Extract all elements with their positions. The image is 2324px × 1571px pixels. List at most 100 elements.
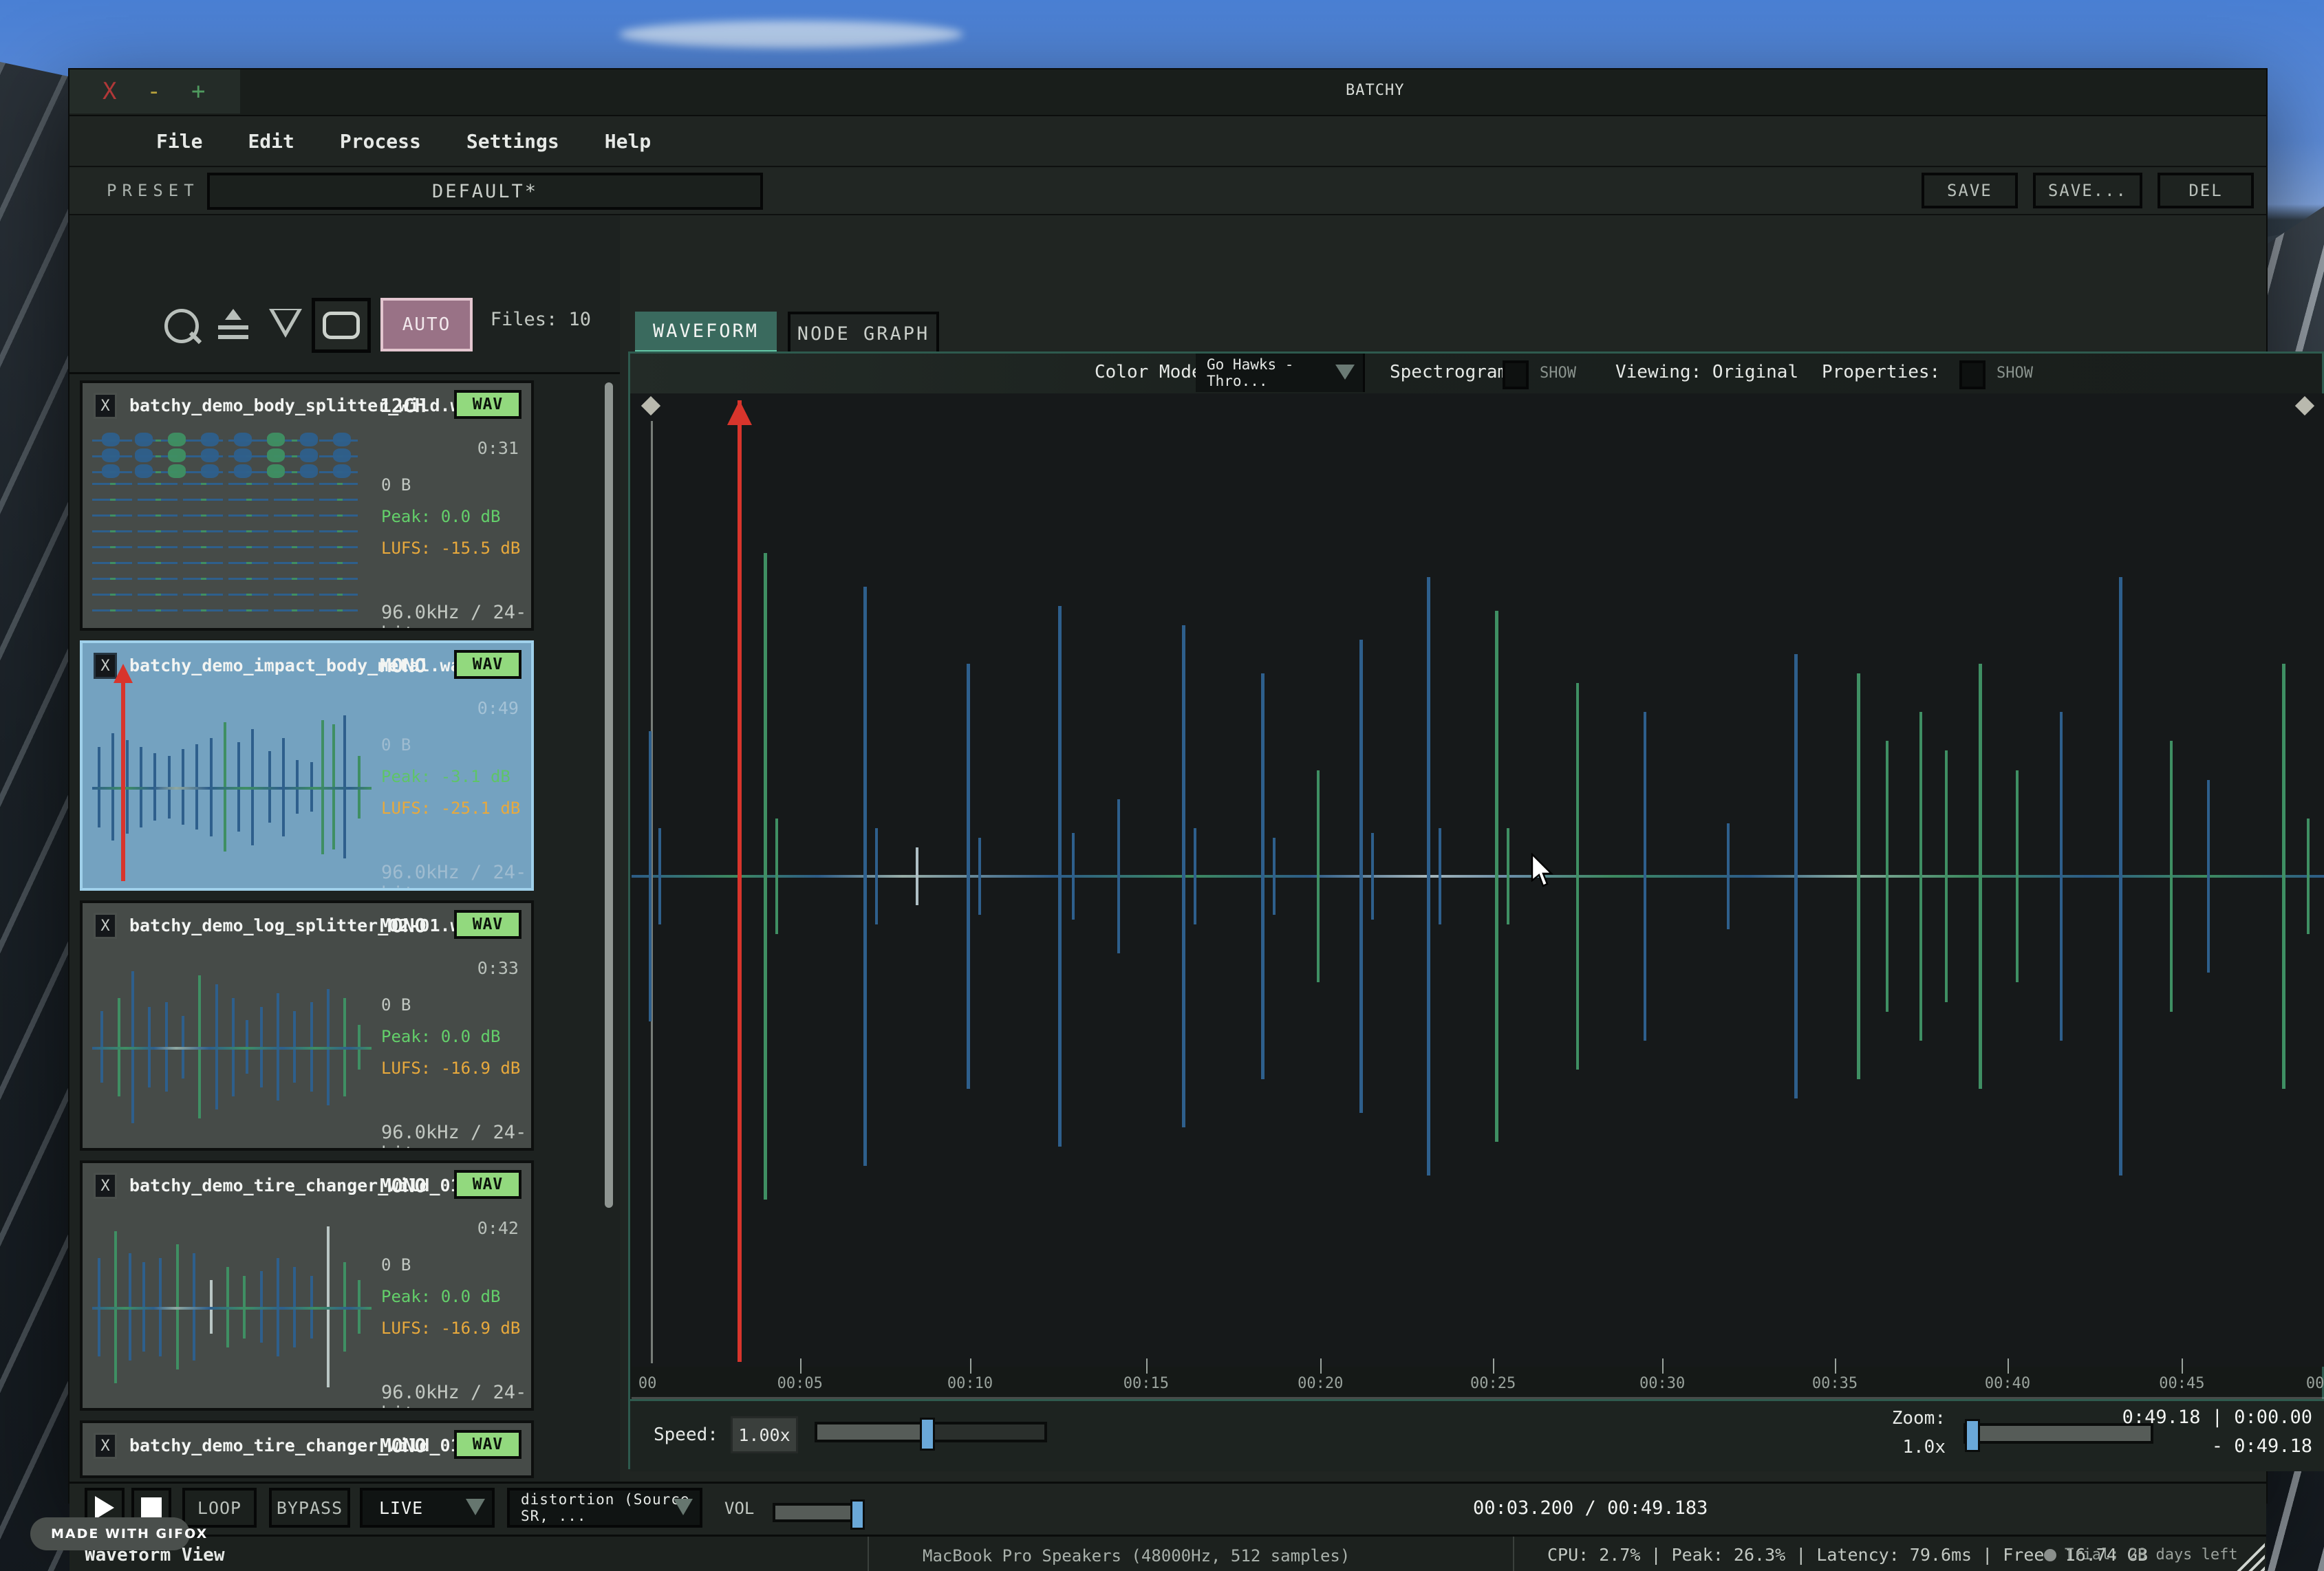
play-icon [95, 1496, 114, 1519]
file-duration: 0:42 [477, 1218, 519, 1238]
close-button[interactable]: X [103, 80, 116, 103]
speed-slider-handle[interactable] [920, 1418, 935, 1451]
remove-file-button[interactable]: X [94, 393, 117, 419]
file-size: 0 B [381, 995, 411, 1015]
preset-del-button[interactable]: DEL [2158, 173, 2254, 208]
trial-label: Trial: 28 days left [2065, 1546, 2238, 1563]
preset-save-button[interactable]: SAVE [1922, 173, 2018, 208]
bypass-button[interactable]: BYPASS [269, 1488, 350, 1528]
channel-row [92, 559, 358, 565]
sort-icon[interactable] [215, 307, 251, 343]
properties-checkbox[interactable] [1959, 360, 1986, 389]
volume-slider[interactable] [773, 1503, 865, 1522]
file-waveform-thumbnail[interactable] [92, 1473, 372, 1478]
speed-value[interactable]: 1.00x [731, 1416, 798, 1453]
waveform-spike [2060, 712, 2063, 1040]
format-badge: WAV [454, 1430, 521, 1459]
file-card[interactable]: X batchy_demo_tire_changer_wild_01_pr...… [80, 1420, 534, 1478]
file-card[interactable]: X batchy_demo_impact_body_metal.wav MONO… [80, 640, 534, 891]
menu-item-edit[interactable]: Edit [248, 130, 294, 153]
file-peak: Peak: -3.1 dB [381, 767, 510, 786]
waveform-spike [764, 553, 767, 1200]
waveform-spike [978, 838, 981, 915]
timeline-ruler[interactable]: 0000:0500:1000:1500:2000:2500:3000:3500:… [632, 1367, 2324, 1399]
fit-toggle-button[interactable] [312, 298, 371, 353]
channel-row [92, 591, 358, 596]
live-mode-value: LIVE [379, 1498, 423, 1518]
channel-blob [201, 464, 219, 478]
loop-button[interactable]: LOOP [182, 1488, 257, 1528]
preset-field[interactable]: DEFAULT* [207, 173, 763, 210]
loop-end-marker[interactable] [2295, 396, 2314, 415]
file-card[interactable]: X batchy_demo_body_splitter_wild.wav 12C… [80, 380, 534, 631]
file-list[interactable]: X batchy_demo_body_splitter_wild.wav 12C… [69, 372, 620, 1484]
file-waveform-thumbnail[interactable] [92, 1213, 372, 1404]
channel-line [92, 578, 358, 580]
channel-count: MONO [380, 1434, 426, 1457]
file-samplerate: 96.0kHz / 24-bit [381, 862, 531, 891]
spectrogram-checkbox[interactable] [1503, 360, 1529, 389]
timeline-tick [1662, 1358, 1664, 1374]
waveform-canvas[interactable] [632, 393, 2324, 1367]
status-bar: Waveform View MacBook Pro Speakers (4800… [69, 1535, 2266, 1571]
volume-slider-handle[interactable] [850, 1499, 865, 1530]
timeline-label: 00 [638, 1375, 657, 1392]
timeline-tick [2182, 1358, 2183, 1374]
channel-blob [300, 433, 318, 446]
playhead-marker[interactable] [738, 400, 742, 1362]
channel-blob [135, 448, 153, 462]
file-waveform-thumbnail[interactable] [92, 693, 372, 884]
auto-button[interactable]: AUTO [380, 298, 473, 351]
waveform-spike [967, 664, 970, 1089]
waveform-spike [775, 819, 778, 934]
menu-item-settings[interactable]: Settings [466, 130, 559, 153]
tab-node-graph[interactable]: NODE GRAPH [788, 312, 939, 356]
live-mode-select[interactable]: LIVE [360, 1488, 495, 1528]
channel-blob [135, 464, 153, 478]
filter-icon[interactable] [269, 309, 302, 338]
zoom-value: 1.0x [1884, 1437, 1946, 1458]
timeline-tick [1493, 1358, 1494, 1374]
file-waveform-thumbnail[interactable] [92, 953, 372, 1144]
waveform-spike [2119, 577, 2122, 1175]
menu-item-file[interactable]: File [156, 130, 202, 153]
processor-select[interactable]: distortion (Source SR, ... [507, 1488, 702, 1528]
chevron-down-icon [466, 1499, 485, 1515]
remove-file-button[interactable]: X [94, 1433, 117, 1459]
waveform-spike [1371, 833, 1374, 920]
channel-count: MONO [380, 1174, 426, 1197]
status-performance: CPU: 2.7% | Peak: 26.3% | Latency: 79.6m… [1547, 1545, 2148, 1565]
file-list-scrollbar[interactable] [605, 382, 613, 1208]
file-lufs: LUFS: -25.1 dB [381, 799, 520, 818]
remove-file-button[interactable]: X [94, 1173, 117, 1199]
speed-slider[interactable] [815, 1422, 1047, 1442]
timeline-tick [970, 1358, 971, 1374]
menu-item-help[interactable]: Help [605, 130, 651, 153]
waveform-spike [1117, 799, 1120, 954]
card-playhead-marker[interactable] [121, 682, 125, 881]
chevron-down-icon [1335, 365, 1355, 380]
file-peak: Peak: 0.0 dB [381, 1287, 500, 1306]
channel-blob [168, 464, 186, 478]
preset-save-button[interactable]: SAVE... [2033, 173, 2142, 208]
maximize-button[interactable]: + [191, 80, 205, 103]
file-waveform-thumbnail[interactable] [92, 433, 372, 624]
channel-count: MONO [380, 654, 426, 677]
file-card[interactable]: X batchy_demo_log_splitter_02-01.wav MON… [80, 900, 534, 1151]
search-icon[interactable] [164, 309, 199, 343]
remove-file-button[interactable]: X [94, 913, 117, 939]
loop-start-marker[interactable] [641, 396, 660, 415]
file-duration: 0:31 [477, 438, 519, 458]
chevron-down-icon [674, 1499, 693, 1515]
zoom-slider-handle[interactable] [1965, 1419, 1980, 1452]
status-audio-device: MacBook Pro Speakers (48000Hz, 512 sampl… [923, 1546, 1350, 1565]
rounded-rect-icon [323, 312, 360, 339]
minimize-button[interactable]: - [147, 80, 160, 103]
color-mode-select[interactable]: Go Hawks - Thro... [1196, 354, 1365, 392]
file-lufs: LUFS: -15.5 dB [381, 539, 520, 558]
timeline-label: 00:45 [2159, 1375, 2204, 1392]
titlebar[interactable]: X - + BATCHY [69, 69, 2266, 116]
menu-item-process[interactable]: Process [340, 130, 421, 153]
tab-waveform[interactable]: WAVEFORM [635, 312, 777, 354]
file-card[interactable]: X batchy_demo_tire_changer_wild_01.wav M… [80, 1160, 534, 1411]
